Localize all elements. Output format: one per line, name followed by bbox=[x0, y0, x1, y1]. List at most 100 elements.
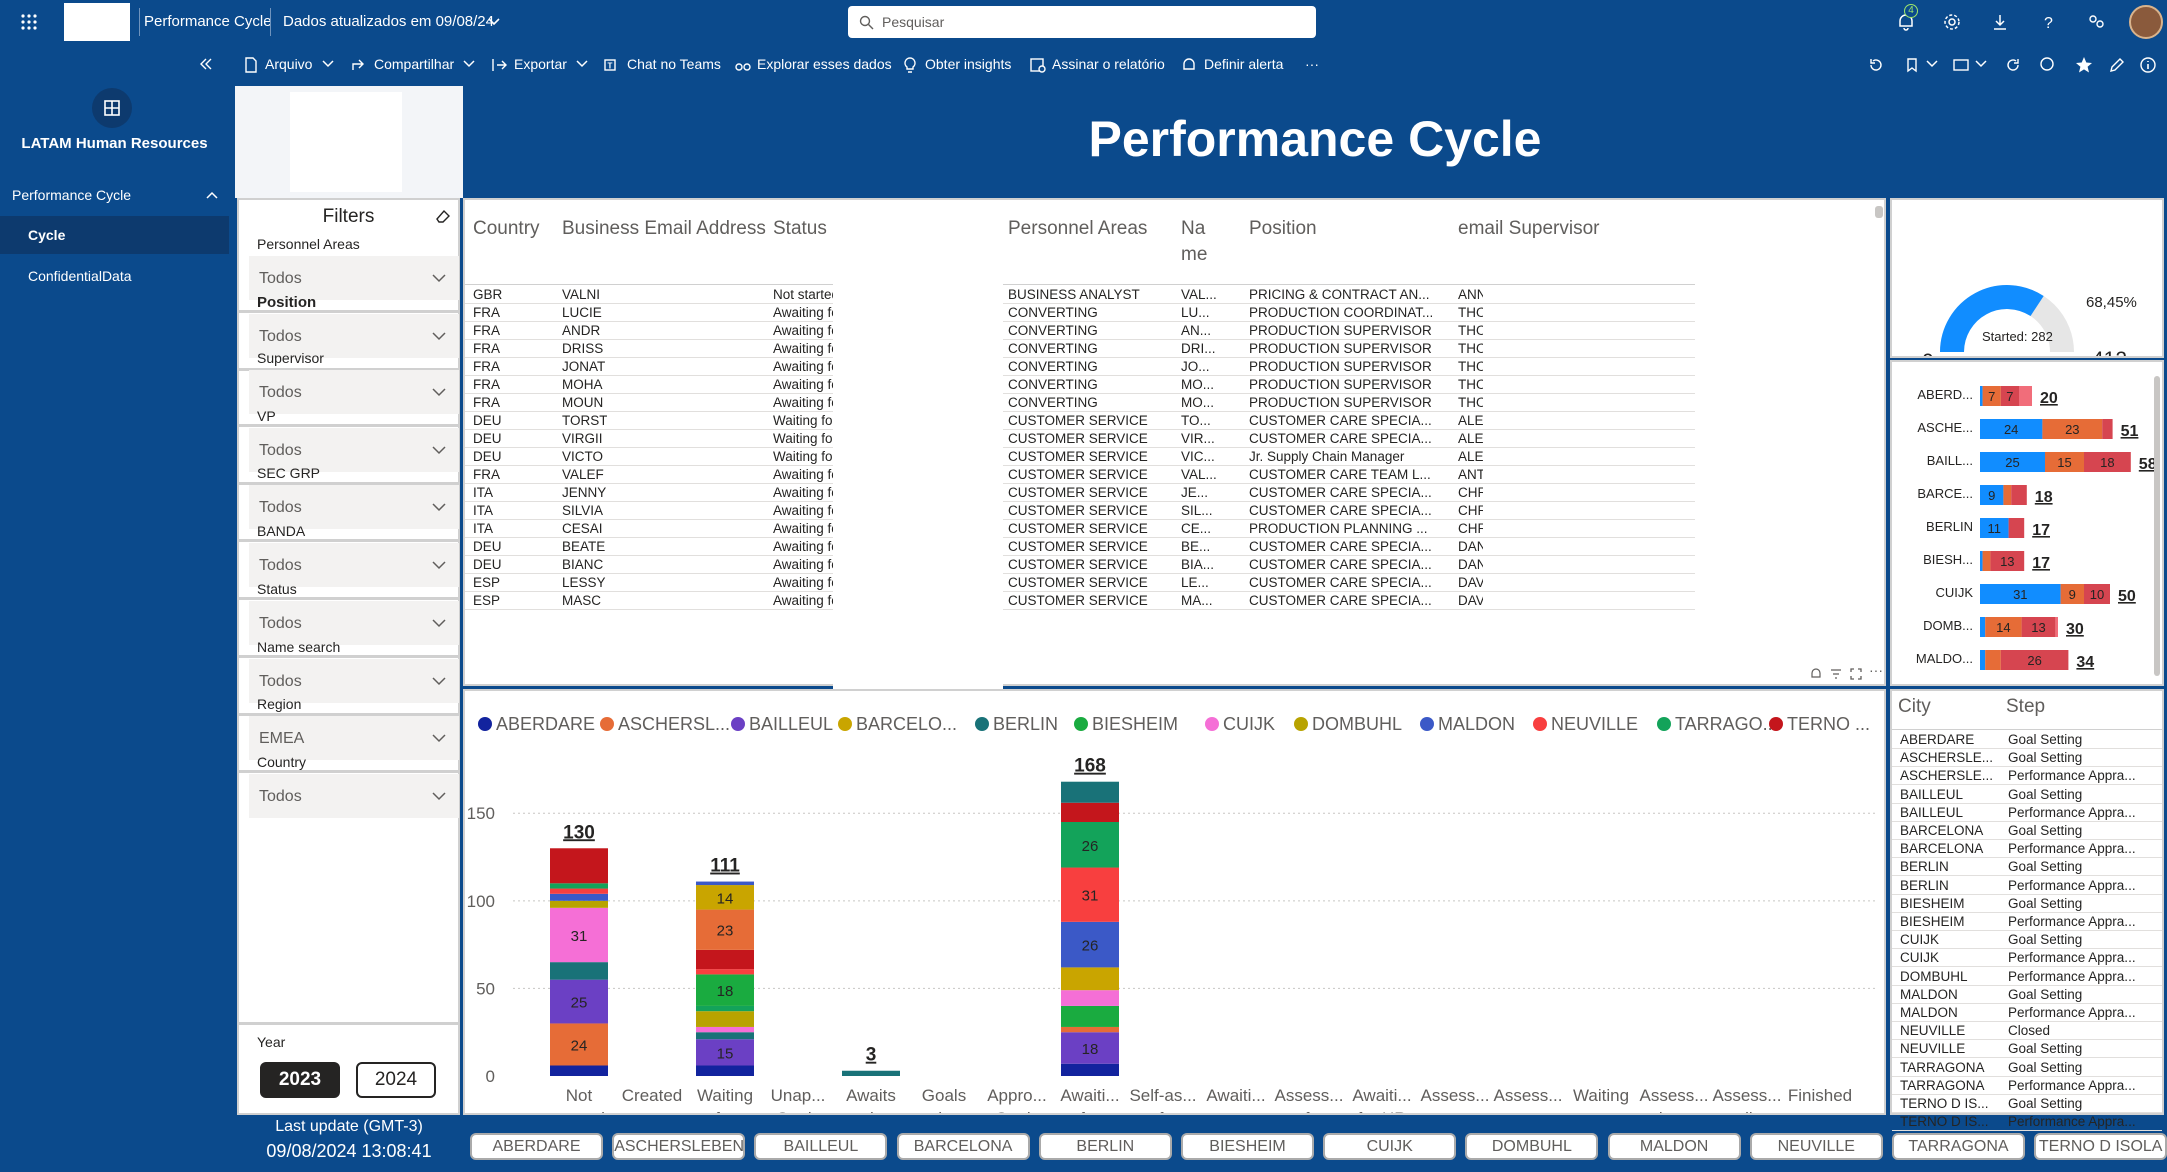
legend-marker[interactable] bbox=[1533, 717, 1547, 731]
org-logo[interactable] bbox=[64, 3, 130, 41]
help-icon[interactable]: ? bbox=[2038, 12, 2058, 32]
table-row[interactable]: BERLIN Performance Appra... bbox=[1892, 877, 2162, 895]
legend-marker[interactable] bbox=[838, 717, 852, 731]
chevron-down-icon[interactable] bbox=[488, 17, 500, 27]
bar-segment[interactable] bbox=[696, 1032, 754, 1040]
gear-icon[interactable] bbox=[1942, 12, 1962, 32]
table-column-header[interactable]: email Supervisor bbox=[1458, 216, 1600, 242]
chevron-down-icon[interactable] bbox=[322, 59, 334, 69]
year-2023-button[interactable]: 2023 bbox=[260, 1062, 340, 1098]
legend-marker[interactable] bbox=[1205, 717, 1219, 731]
city-bar-segment[interactable] bbox=[1980, 650, 1986, 670]
table-column-header[interactable]: Position bbox=[1249, 216, 1317, 242]
table-row[interactable]: ITASILVIAAwaiting for self-assessmentCUS… bbox=[465, 502, 1875, 520]
table-row[interactable]: BERLIN Goal Setting bbox=[1892, 858, 2162, 877]
bar-segment[interactable] bbox=[696, 1005, 754, 1012]
table-row[interactable]: NEUVILLE Goal Setting bbox=[1892, 1040, 2162, 1059]
city-slicer-button[interactable]: BERLIN bbox=[1038, 1133, 1172, 1160]
city-bar-segment[interactable] bbox=[1980, 386, 1983, 406]
table-row[interactable]: ITAJENNYAwaiting for self-assessmentCUST… bbox=[465, 484, 1875, 502]
table-row[interactable]: BAILLEUL Goal Setting bbox=[1892, 786, 2162, 804]
reset-icon[interactable] bbox=[1867, 56, 1885, 74]
refresh-icon[interactable] bbox=[2004, 56, 2022, 74]
legend-marker[interactable] bbox=[600, 717, 614, 731]
menu-chat-teams[interactable]: Chat no Teams bbox=[627, 56, 721, 72]
table-row[interactable]: DEUVIRGIIWaiting for manager approvalCUS… bbox=[465, 430, 1875, 448]
city-slicer-button[interactable]: ASCHERSLEBEN bbox=[612, 1133, 746, 1160]
table-row[interactable]: TARRAGONA Performance Appra... bbox=[1892, 1077, 2162, 1095]
share-people-icon[interactable] bbox=[2086, 12, 2106, 32]
table-scrollbar[interactable] bbox=[1875, 206, 1883, 218]
table-row[interactable]: FRALUCIEAwaiting for self-assessmentCONV… bbox=[465, 304, 1875, 322]
city-bar-segment[interactable] bbox=[2011, 485, 2027, 505]
bar-segment[interactable] bbox=[1061, 967, 1119, 991]
table-row[interactable]: ESPMASCAwaiting for self-assessmentCUSTO… bbox=[465, 592, 1875, 610]
user-avatar[interactable] bbox=[2129, 5, 2163, 39]
table-row[interactable]: DEUBIANCAwaiting for self-assessmentCUST… bbox=[465, 556, 1875, 574]
table-row[interactable]: TARRAGONA Goal Setting bbox=[1892, 1059, 2162, 1077]
city-slicer-button[interactable]: BAILLEUL bbox=[754, 1133, 888, 1160]
table-column-header[interactable]: Na me bbox=[1181, 216, 1211, 268]
city-slicer-button[interactable]: TERNO D ISOLA bbox=[2034, 1133, 2167, 1160]
legend-marker[interactable] bbox=[1657, 717, 1671, 731]
focus-mode-icon[interactable] bbox=[1849, 667, 1863, 681]
bar-segment[interactable] bbox=[550, 848, 608, 884]
menu-more[interactable]: ··· bbox=[1305, 56, 1319, 72]
table-row[interactable]: TERNO D IS... Performance Appra... bbox=[1892, 1113, 2162, 1132]
bar-segment[interactable] bbox=[696, 1026, 754, 1033]
table-row[interactable]: DEUVICTOWaiting for manager approvalCUST… bbox=[465, 448, 1875, 466]
city-slicer-button[interactable]: NEUVILLE bbox=[1749, 1133, 1883, 1160]
info-icon[interactable] bbox=[2139, 56, 2157, 74]
app-name[interactable]: Performance Cycle bbox=[144, 13, 272, 30]
table-row[interactable]: DEUBEATEAwaiting for self-assessmentCUST… bbox=[465, 538, 1875, 556]
chevron-down-icon[interactable] bbox=[1926, 59, 1938, 69]
download-icon[interactable] bbox=[1990, 12, 2010, 32]
city-bar-segment[interactable] bbox=[2019, 386, 2032, 406]
city-slicer-button[interactable]: BARCELONA bbox=[896, 1133, 1030, 1160]
city-slicer-button[interactable]: MALDON bbox=[1607, 1133, 1741, 1160]
nav-section-performance-cycle[interactable]: Performance Cycle bbox=[0, 176, 229, 214]
city-slicer-button[interactable]: CUIJK bbox=[1323, 1133, 1457, 1160]
legend-marker[interactable] bbox=[1420, 717, 1434, 731]
table-row[interactable]: BIESHEIM Goal Setting bbox=[1892, 895, 2162, 913]
table-column-header[interactable]: Country bbox=[473, 216, 540, 242]
table-column-header[interactable]: Business Email Address bbox=[562, 216, 766, 242]
table-row[interactable]: CUIJK Performance Appra... bbox=[1892, 949, 2162, 968]
comment-icon[interactable] bbox=[2038, 56, 2056, 74]
chevron-down-icon[interactable] bbox=[463, 59, 475, 69]
table-row[interactable]: ASCHERSLE... Goal Setting bbox=[1892, 749, 2162, 768]
bar-segment[interactable] bbox=[696, 881, 754, 886]
edit-pencil-icon[interactable] bbox=[2108, 56, 2126, 74]
filter-dropdown[interactable]: Todos bbox=[249, 370, 459, 414]
legend-marker[interactable] bbox=[1769, 717, 1783, 731]
year-2024-button[interactable]: 2024 bbox=[356, 1062, 436, 1098]
table-row[interactable]: BAILLEUL Performance Appra... bbox=[1892, 804, 2162, 822]
city-bar-segment[interactable] bbox=[2008, 518, 2025, 538]
menu-share[interactable]: Compartilhar bbox=[374, 56, 454, 72]
bar-segment[interactable] bbox=[696, 1065, 754, 1076]
table-row[interactable]: FRAVALEFAwaiting for self-assessmentCUST… bbox=[465, 466, 1875, 484]
favorite-star-icon[interactable] bbox=[2075, 56, 2093, 74]
city-bar-segment[interactable] bbox=[2055, 617, 2058, 637]
view-icon[interactable] bbox=[1952, 56, 1970, 74]
bar-segment[interactable] bbox=[1061, 781, 1119, 803]
city-slicer-button[interactable]: BIESHEIM bbox=[1181, 1133, 1314, 1160]
bar-segment[interactable] bbox=[550, 900, 608, 908]
city-slicer-button[interactable]: TARRAGONA bbox=[1892, 1133, 2025, 1160]
bar-segment[interactable] bbox=[1061, 802, 1119, 822]
table-row[interactable]: FRAMOHAAwaiting for self-assessmentCONVE… bbox=[465, 376, 1875, 394]
nav-page-confidential-data[interactable]: ConfidentialData bbox=[0, 257, 229, 295]
city-bar-segment[interactable] bbox=[2102, 419, 2113, 439]
city-slicer-button[interactable]: DOMBUHL bbox=[1465, 1133, 1599, 1160]
menu-explore-data[interactable]: Explorar esses dados bbox=[757, 56, 892, 72]
legend-marker[interactable] bbox=[478, 717, 492, 731]
menu-file[interactable]: Arquivo bbox=[265, 56, 312, 72]
table-row[interactable]: NEUVILLE Closed bbox=[1892, 1022, 2162, 1041]
legend-marker[interactable] bbox=[1294, 717, 1308, 731]
bar-segment[interactable] bbox=[696, 969, 754, 975]
city-bar-segment[interactable] bbox=[1985, 650, 2001, 670]
legend-marker[interactable] bbox=[975, 717, 989, 731]
menu-get-insights[interactable]: Obter insights bbox=[925, 56, 1011, 72]
bar-segment[interactable] bbox=[550, 1065, 608, 1076]
menu-export[interactable]: Exportar bbox=[514, 56, 567, 72]
